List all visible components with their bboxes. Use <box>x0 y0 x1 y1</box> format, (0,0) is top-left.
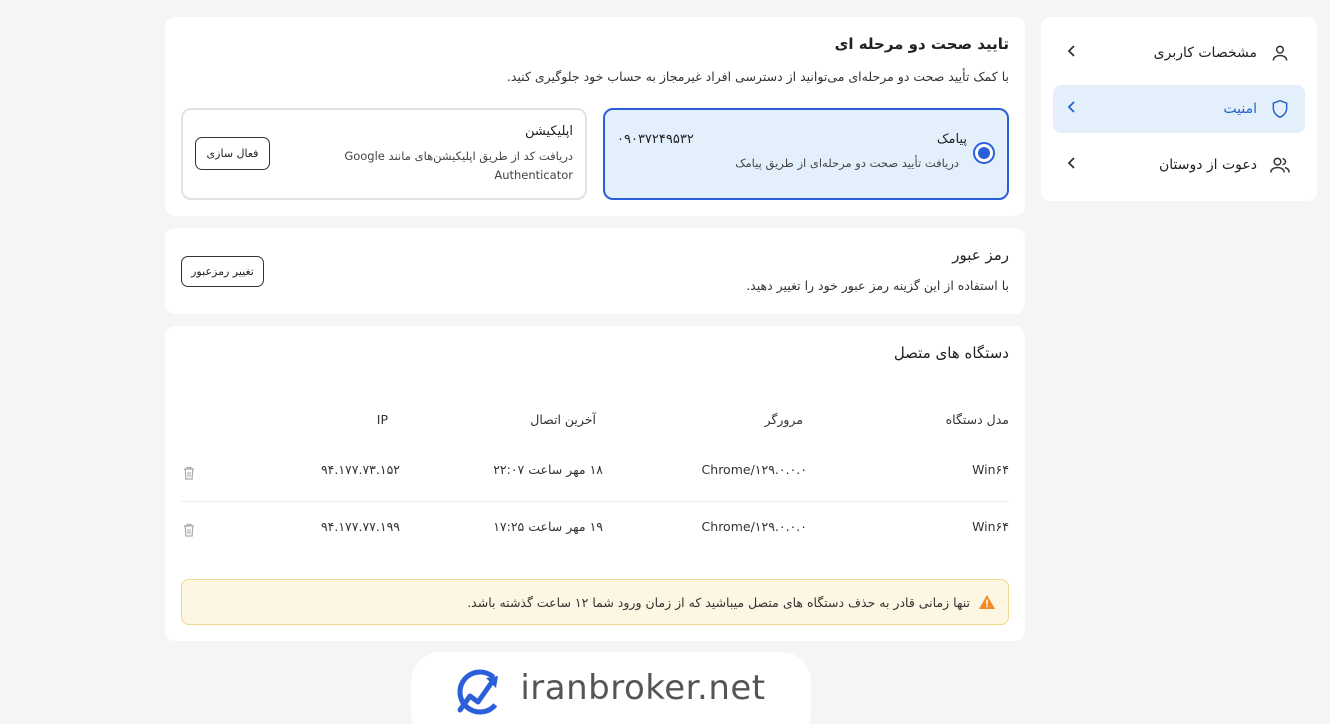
change-password-button[interactable]: تغییر رمزعبور <box>181 256 264 287</box>
device-browser: Chrome/۱۲۹.۰.۰.۰ <box>701 462 807 477</box>
sidebar-item-label: امنیت <box>1223 101 1257 117</box>
column-header-ip: IP <box>376 412 388 427</box>
sms-radio[interactable] <box>973 142 995 164</box>
sms-option[interactable]: پیامک دریافت تأیید صحت دو مرحله‌ای از طر… <box>603 108 1009 200</box>
device-model: Win۶۴ <box>972 462 1009 477</box>
sidebar-item-security[interactable]: امنیت <box>1053 85 1305 133</box>
sms-option-title: پیامک <box>936 132 967 147</box>
watermark-text: iranbroker.net <box>520 668 766 708</box>
two-factor-card: تایید صحت دو مرحله ای با کمک تأیید صحت د… <box>165 17 1025 216</box>
app-option-description: دریافت کد از طریق اپلیکیشن‌های مانند Goo… <box>344 149 573 182</box>
column-header-last-connection: آخرین اتصال <box>530 412 596 427</box>
sidebar-item-label: دعوت از دوستان <box>1158 157 1257 173</box>
radio-selected-dot <box>978 147 990 159</box>
app-option[interactable]: اپلیکیشن دریافت کد از طریق اپلیکیشن‌های … <box>181 108 587 200</box>
device-ip: ۹۴.۱۷۷.۷۳.۱۵۲ <box>320 462 400 477</box>
sms-option-description: دریافت تأیید صحت دو مرحله‌ای از طریق پیا… <box>735 156 959 170</box>
phone-number: ۰۹۰۳۷۲۴۹۵۳۲ <box>617 132 694 147</box>
trash-icon[interactable] <box>181 522 197 538</box>
row-divider <box>181 501 1009 502</box>
device-browser: Chrome/۱۲۹.۰.۰.۰ <box>701 519 807 534</box>
device-last-connection: ۱۹ مهر ساعت ۱۷:۲۵ <box>493 519 603 534</box>
activate-app-button[interactable]: فعال سازی <box>195 137 270 170</box>
users-icon <box>1269 154 1291 176</box>
sidebar-item-label: مشخصات کاربری <box>1153 45 1257 61</box>
column-header-browser: مرورگر <box>764 412 803 427</box>
logo-chart-icon <box>457 669 503 715</box>
sidebar-item-invite[interactable]: دعوت از دوستان <box>1053 141 1305 189</box>
chevron-left-icon <box>1067 45 1077 61</box>
password-card: رمز عبور با استفاده از این گزینه رمز عبو… <box>165 228 1025 314</box>
sidebar-item-profile[interactable]: مشخصات کاربری <box>1053 29 1305 77</box>
chevron-left-icon <box>1067 101 1077 117</box>
settings-sidebar: مشخصات کاربری امنیت دعوت از دوستان <box>1041 17 1317 201</box>
warning-icon <box>978 594 996 610</box>
devices-title: دستگاه های متصل <box>893 344 1009 362</box>
device-last-connection: ۱۸ مهر ساعت ۲۲:۰۷ <box>493 462 603 477</box>
column-header-model: مدل دستگاه <box>945 412 1009 427</box>
user-icon <box>1269 42 1291 64</box>
password-description: با استفاده از این گزینه رمز عبور خود را … <box>746 278 1009 293</box>
two-factor-title: تایید صحت دو مرحله ای <box>834 35 1009 53</box>
trash-icon[interactable] <box>181 465 197 481</box>
app-option-title: اپلیکیشن <box>524 124 573 139</box>
password-title: رمز عبور <box>952 246 1009 264</box>
device-ip: ۹۴.۱۷۷.۷۷.۱۹۹ <box>320 519 400 534</box>
device-model: Win۶۴ <box>972 519 1009 534</box>
watermark-logo: iranbroker.net <box>411 652 811 724</box>
connected-devices-card: دستگاه های متصل مدل دستگاه مرورگر آخرین … <box>165 326 1025 641</box>
chevron-left-icon <box>1067 157 1077 173</box>
warning-text: تنها زمانی قادر به حذف دستگاه های متصل م… <box>467 594 970 610</box>
two-factor-description: با کمک تأیید صحت دو مرحله‌ای می‌توانید ا… <box>506 69 1009 84</box>
shield-icon <box>1269 98 1291 120</box>
warning-banner: تنها زمانی قادر به حذف دستگاه های متصل م… <box>181 579 1009 625</box>
